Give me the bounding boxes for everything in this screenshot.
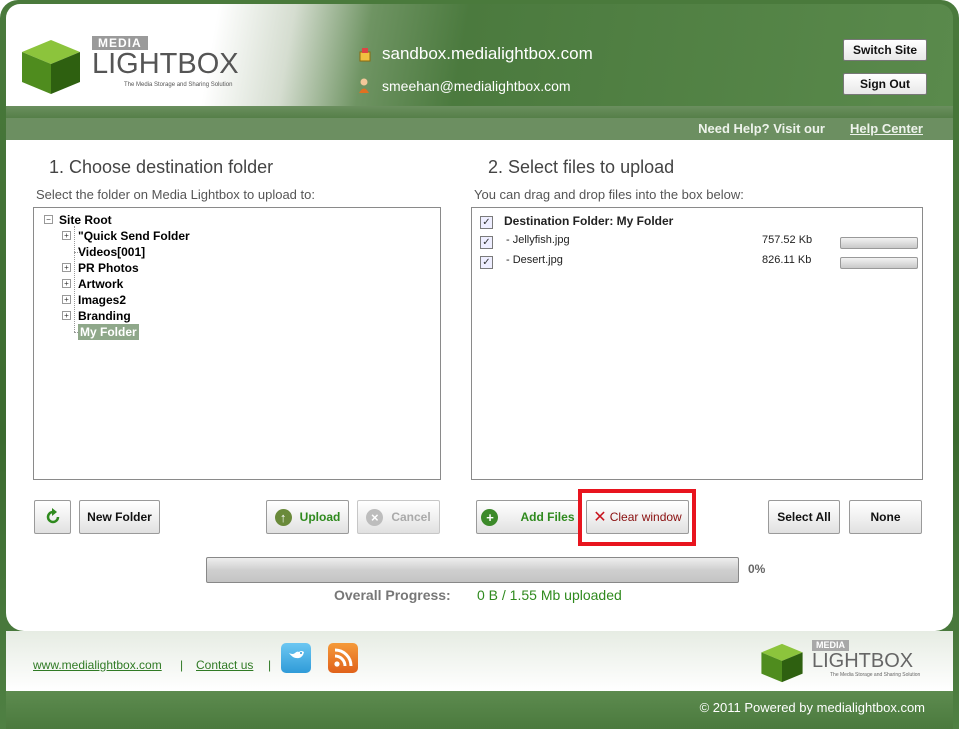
header: MEDIA LIGHTBOX The Media Storage and Sha… (6, 4, 953, 118)
cancel-icon: × (366, 508, 384, 526)
tree-item-label: "Quick Send Folder (78, 229, 190, 243)
new-folder-label: New Folder (87, 510, 152, 524)
file-checkbox[interactable]: ✓ (480, 256, 493, 269)
expand-icon[interactable]: + (62, 279, 71, 288)
upload-button[interactable]: ↑ Upload (266, 500, 349, 534)
left-section-subtitle: Select the folder on Media Lightbox to u… (36, 187, 315, 202)
add-files-label: Add Files (520, 510, 575, 524)
tree-item-label: My Folder (78, 324, 139, 340)
tree-item[interactable]: + "Quick Send Folder (42, 228, 242, 244)
tree-item-label: Images2 (78, 293, 127, 307)
help-text: Need Help? Visit our (698, 121, 825, 136)
overall-progress-value: 0 B / 1.55 Mb uploaded (477, 587, 622, 603)
media-lightbox-logo: MEDIA LIGHTBOX The Media Storage and Sha… (20, 30, 250, 100)
tree-root-row[interactable]: − Site Root (42, 212, 242, 228)
cancel-button[interactable]: × Cancel (357, 500, 440, 534)
footer-separator: | (268, 658, 272, 672)
tree-item[interactable]: + Images2 (42, 292, 242, 308)
overall-progress-bar (206, 557, 739, 583)
select-all-label: Select All (777, 510, 831, 524)
file-size: 757.52 Kb (762, 234, 813, 246)
twitter-icon[interactable] (281, 643, 311, 673)
highlight-box (578, 489, 696, 546)
none-button[interactable]: None (849, 500, 922, 534)
tree-item-label: PR Photos (78, 261, 139, 275)
logo-tagline: The Media Storage and Sharing Solution (124, 82, 233, 88)
rss-icon[interactable] (328, 643, 358, 673)
right-section-title: 2. Select files to upload (488, 157, 675, 177)
tree-root-label: Site Root (59, 213, 112, 227)
new-folder-button[interactable]: New Folder (79, 500, 160, 534)
tree-item-label: Videos[001] (78, 245, 146, 259)
site-name: sandbox.medialightbox.com (382, 44, 593, 63)
footer-bar: © 2011 Powered by medialightbox.com (6, 691, 953, 729)
upload-label: Upload (299, 510, 341, 524)
cube-logo-icon (761, 643, 803, 683)
tree-item[interactable]: + Branding (42, 308, 242, 324)
progress-percent: 0% (748, 562, 766, 576)
user-info: smeehan@medialightbox.com (358, 78, 571, 94)
file-progress-bar (840, 257, 918, 269)
refresh-icon (46, 508, 59, 524)
file-checkbox[interactable]: ✓ (480, 236, 493, 249)
file-name: - Desert.jpg (506, 254, 563, 266)
tree-item[interactable]: + PR Photos (42, 260, 242, 276)
select-all-button[interactable]: Select All (768, 500, 840, 534)
tree-item[interactable]: Videos[001] (42, 244, 242, 260)
expand-icon[interactable]: + (62, 311, 71, 320)
website-link[interactable]: www.medialightbox.com (33, 658, 162, 672)
add-files-button[interactable]: + Add Files (476, 500, 580, 534)
logo-wordmark: LIGHTBOX (92, 48, 239, 80)
right-section-subtitle: You can drag and drop files into the box… (474, 187, 744, 202)
destination-label: Destination Folder: My Folder (504, 214, 674, 228)
none-label: None (870, 510, 901, 524)
folder-tree-box: − Site Root + "Quick Send Folder Videos[… (33, 207, 441, 480)
tree-item-label: Artwork (78, 277, 124, 291)
add-icon: + (481, 508, 499, 526)
footer-logo-wordmark: LIGHTBOX (812, 650, 914, 672)
contact-us-link[interactable]: Contact us (196, 658, 253, 672)
footer-separator: | (180, 658, 184, 672)
footer-logo: MEDIA LIGHTBOX The Media Storage and Sha… (760, 638, 930, 686)
footer-logo-tagline: The Media Storage and Sharing Solution (830, 672, 921, 678)
overall-progress-label: Overall Progress: (334, 587, 451, 603)
tree-item[interactable]: + Artwork (42, 276, 242, 292)
refresh-button[interactable] (34, 500, 71, 534)
cube-logo-icon (22, 40, 80, 94)
file-progress-bar (840, 237, 918, 249)
site-info: sandbox.medialightbox.com (358, 44, 593, 64)
switch-site-button[interactable]: Switch Site (843, 39, 927, 61)
user-email: smeehan@medialightbox.com (382, 78, 571, 94)
file-row[interactable]: ✓ - Desert.jpg 826.11 Kb (480, 254, 920, 270)
sign-out-button[interactable]: Sign Out (843, 73, 927, 95)
help-bar: Need Help? Visit our Help Center (6, 118, 953, 140)
file-size: 826.11 Kb (762, 254, 812, 266)
cancel-label: Cancel (391, 510, 431, 524)
tree-item-label: Branding (78, 309, 131, 323)
site-icon (359, 48, 371, 62)
tree-item-selected[interactable]: My Folder (42, 324, 242, 340)
expand-icon[interactable]: + (62, 263, 71, 272)
expand-icon[interactable]: + (62, 231, 71, 240)
file-row[interactable]: ✓ - Jellyfish.jpg 757.52 Kb (480, 234, 920, 250)
expand-icon[interactable]: + (62, 295, 71, 304)
copyright-text: © 2011 Powered by medialightbox.com (699, 700, 925, 715)
help-center-link[interactable]: Help Center (850, 121, 923, 136)
file-drop-box[interactable]: ✓ Destination Folder: My Folder ✓ - Jell… (471, 207, 923, 480)
destination-row: ✓ Destination Folder: My Folder (480, 214, 910, 230)
folder-tree: − Site Root + "Quick Send Folder Videos[… (42, 212, 242, 340)
file-name: - Jellyfish.jpg (506, 234, 570, 246)
destination-checkbox[interactable]: ✓ (480, 216, 493, 229)
collapse-icon[interactable]: − (44, 215, 53, 224)
user-icon (359, 78, 369, 93)
left-section-title: 1. Choose destination folder (49, 157, 274, 177)
upload-icon: ↑ (274, 508, 292, 526)
